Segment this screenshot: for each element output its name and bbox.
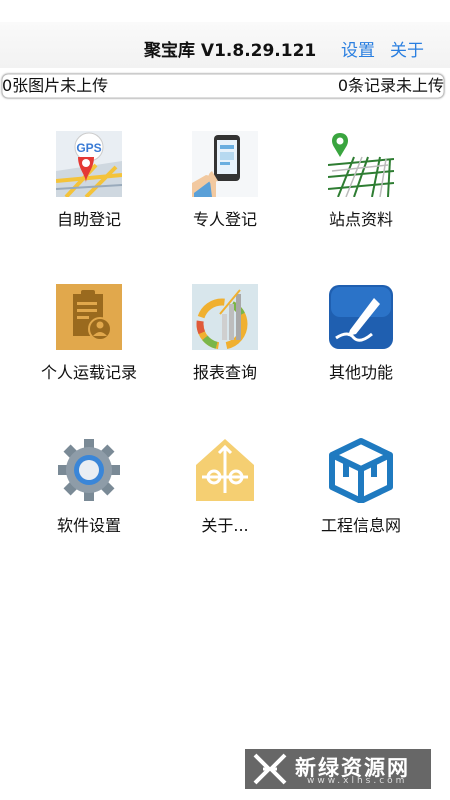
menu-label-site-info: 站点资料 [328,210,393,229]
report-chart-icon [192,284,258,350]
menu-label-self-register: 自助登记 [56,210,121,229]
menu-label-report-query: 报表查询 [192,363,257,382]
clipboard-user-icon [56,284,122,350]
app-title: 聚宝库 V1.8.29.121 [144,41,317,61]
phone-hand-icon [192,131,258,197]
menu-label-other-functions: 其他功能 [328,363,393,382]
info-house-icon [196,439,254,501]
watermark-url: www.xlhs.com [307,776,408,786]
menu-tile-about[interactable]: 关于... [155,437,295,557]
cube-icon [329,438,393,503]
gear-icon [58,439,120,501]
menu-label-personal-transport-record: 个人运载记录 [40,363,137,382]
images-pending-text: 0张图片未上传 [2,76,109,95]
menu-tile-engineering-info-network[interactable]: 工程信息网 [291,437,431,557]
menu-tile-report-query[interactable]: 报表查询 [155,284,295,404]
menu-label-engineering-info-network: 工程信息网 [320,516,401,535]
watermark-logo-icon [253,753,287,785]
menu-label-software-settings: 软件设置 [56,516,121,535]
app-header: 聚宝库 V1.8.29.121 设置 关于 [0,22,450,68]
menu-tile-software-settings[interactable]: 软件设置 [19,437,159,557]
upload-status-bar: 0张图片未上传 0条记录未上传 [2,74,444,98]
gps-map-icon: GPS [56,131,122,197]
menu-tile-staff-register[interactable]: 专人登记 [155,131,295,251]
menu-tile-personal-transport-record[interactable]: 个人运载记录 [19,284,159,404]
records-pending-text: 0条记录未上传 [337,76,444,95]
watermark: 新绿资源网 www.xlhs.com [245,749,431,789]
settings-link[interactable]: 设置 [341,36,375,61]
svg-text:GPS: GPS [76,141,101,155]
menu-label-staff-register: 专人登记 [192,210,257,229]
menu-tile-site-info[interactable]: 站点资料 [291,131,431,251]
menu-tile-self-register[interactable]: GPS 自助登记 [19,131,159,251]
pen-icon [329,285,393,349]
map-pin-icon [328,131,394,197]
about-link[interactable]: 关于 [390,36,424,61]
menu-tile-other-functions[interactable]: 其他功能 [291,284,431,404]
menu-label-about: 关于... [201,516,249,535]
